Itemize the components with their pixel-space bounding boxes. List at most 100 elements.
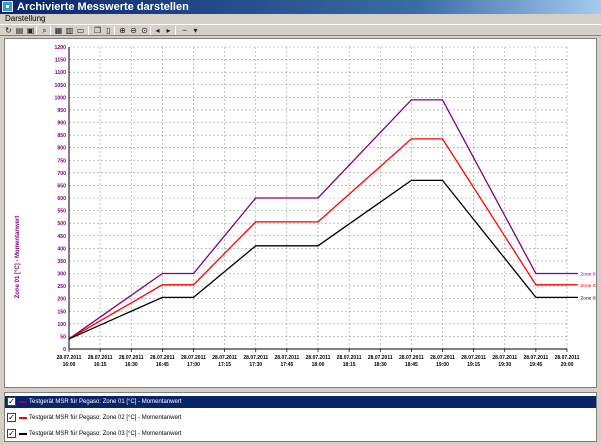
toolbar-separator (175, 26, 176, 35)
series-color-swatch (19, 401, 27, 403)
x-tick-date: 28.07.2011 (150, 355, 175, 361)
series-list-label: Testgerät MSR für Pegaso: Zone 03 [°C] -… (29, 431, 182, 437)
x-tick-time: 16:15 (94, 362, 107, 368)
series-end-label: Zone 01 (580, 272, 596, 278)
y-tick-label: 1150 (55, 58, 66, 64)
x-tick-date: 28.07.2011 (181, 355, 206, 361)
y-tick-label: 550 (57, 209, 66, 215)
y-tick-label: 250 (57, 284, 66, 290)
data-point (68, 338, 70, 340)
series-line-zone-02 (68, 138, 578, 340)
toolbar-separator (150, 26, 151, 35)
y-tick-label: 650 (57, 183, 66, 189)
y-tick-label: 0 (63, 347, 66, 353)
data-point (161, 272, 163, 275)
x-tick-time: 16:30 (125, 362, 138, 368)
x-tick-date: 28.07.2011 (555, 355, 580, 361)
menu-darstellung[interactable]: Darstellung (5, 14, 45, 24)
series-end-label: Zone 02 (580, 283, 596, 289)
x-tick-date: 28.07.2011 (306, 355, 331, 361)
x-tick-date: 28.07.2011 (212, 355, 237, 361)
y-tick-label: 1000 (54, 95, 66, 101)
x-tick-time: 17:00 (187, 362, 200, 368)
x-tick-time: 20:00 (561, 362, 574, 368)
scroll-right-icon[interactable]: ▸ (164, 26, 173, 35)
y-axis-label: Zone 01 [°C] - Momentanwert (15, 216, 21, 299)
x-tick-time: 19:30 (498, 362, 511, 368)
x-tick-time: 18:15 (343, 362, 356, 368)
series-color-swatch (19, 433, 27, 435)
x-tick-date: 28.07.2011 (88, 355, 113, 361)
y-tick-label: 200 (57, 297, 66, 303)
x-tick-date: 28.07.2011 (243, 355, 268, 361)
find-icon[interactable]: ⌕ (40, 26, 49, 35)
series-visibility-checkbox[interactable]: ✓ (7, 397, 16, 406)
export-icon[interactable]: ▭ (76, 26, 85, 35)
series-line-zone-01 (68, 99, 578, 340)
x-tick-time: 18:30 (374, 362, 387, 368)
save-icon[interactable]: ▣ (26, 26, 35, 35)
series-list-item[interactable]: ✓ Testgerät MSR für Pegaso: Zone 03 [°C] … (5, 428, 596, 440)
series-list-label: Testgerät MSR für Pegaso: Zone 01 [°C] -… (29, 399, 182, 405)
x-tick-time: 17:45 (280, 362, 293, 368)
data-point (441, 138, 444, 140)
zoom-in-icon[interactable]: ⊕ (118, 26, 127, 35)
app-chart-icon (2, 1, 13, 12)
x-tick-time: 17:30 (249, 362, 262, 368)
y-tick-label: 50 (60, 334, 66, 340)
layout-icon[interactable]: ▯ (104, 26, 113, 35)
copy-icon[interactable]: ❐ (93, 26, 102, 35)
x-tick-time: 17:15 (218, 362, 231, 368)
series-color-swatch (19, 417, 27, 419)
scroll-left-icon[interactable]: ◂ (153, 26, 162, 35)
series-visibility-checkbox[interactable]: ✓ (7, 429, 16, 438)
y-tick-label: 800 (57, 146, 66, 152)
x-tick-time: 19:45 (529, 362, 542, 368)
x-tick-date: 28.07.2011 (492, 355, 517, 361)
data-point (576, 272, 578, 275)
data-point (255, 197, 257, 199)
data-point (317, 245, 319, 247)
x-tick-date: 28.07.2011 (275, 355, 300, 361)
zoom-out-icon[interactable]: ⊖ (129, 26, 138, 35)
data-point (535, 284, 537, 286)
zoom-reset-icon[interactable]: ⊙ (140, 26, 149, 35)
refresh-icon[interactable]: ↻ (4, 26, 13, 35)
y-tick-label: 600 (57, 196, 66, 202)
chart-panel: Zone 01 [°C] - Momentanwert 0 50 100 150 200… (4, 38, 597, 388)
table-icon[interactable]: ▦ (54, 26, 63, 35)
y-tick-label: 1100 (55, 70, 66, 76)
x-tick-date: 28.07.2011 (57, 355, 82, 361)
line-style-icon[interactable]: ┄ (180, 26, 189, 35)
x-tick-date: 28.07.2011 (430, 355, 455, 361)
x-tick-date: 28.07.2011 (368, 355, 393, 361)
series-visibility-checkbox[interactable]: ✓ (7, 413, 16, 422)
data-point (192, 272, 195, 275)
dropdown-icon[interactable]: ▾ (191, 26, 200, 35)
data-point (192, 296, 195, 299)
x-tick-date: 28.07.2011 (119, 355, 144, 361)
data-point (441, 179, 444, 181)
series-list-label: Testgerät MSR für Pegaso: Zone 02 [°C] -… (29, 415, 182, 421)
data-point (410, 179, 412, 181)
menu-bar: Darstellung (0, 14, 601, 24)
data-point (410, 99, 412, 101)
window-title: Archivierte Messwerte darstellen (17, 1, 189, 13)
y-tick-label: 950 (57, 108, 66, 114)
print-icon[interactable]: ▤ (15, 26, 24, 35)
title-bar[interactable]: Archivierte Messwerte darstellen (0, 0, 601, 14)
data-point (410, 138, 412, 140)
y-tick-label: 450 (57, 234, 66, 240)
app-window: Archivierte Messwerte darstellen Darstel… (0, 0, 601, 445)
series-end-label: Zone 03 (580, 295, 596, 301)
y-tick-label: 100 (57, 322, 66, 328)
line-chart: Zone 01 [°C] - Momentanwert 0 50 100 150 200… (15, 45, 596, 368)
x-tick-time: 18:00 (312, 362, 325, 368)
x-tick-time: 16:00 (63, 362, 76, 368)
data-point (317, 197, 319, 199)
grid-icon[interactable]: ▥ (65, 26, 74, 35)
series-list: ✓ Testgerät MSR für Pegaso: Zone 01 [°C] … (4, 392, 597, 442)
y-tick-label: 350 (57, 259, 66, 265)
series-list-item[interactable]: ✓ Testgerät MSR für Pegaso: Zone 01 [°C] … (5, 396, 596, 408)
series-list-item[interactable]: ✓ Testgerät MSR für Pegaso: Zone 02 [°C] … (5, 412, 596, 424)
